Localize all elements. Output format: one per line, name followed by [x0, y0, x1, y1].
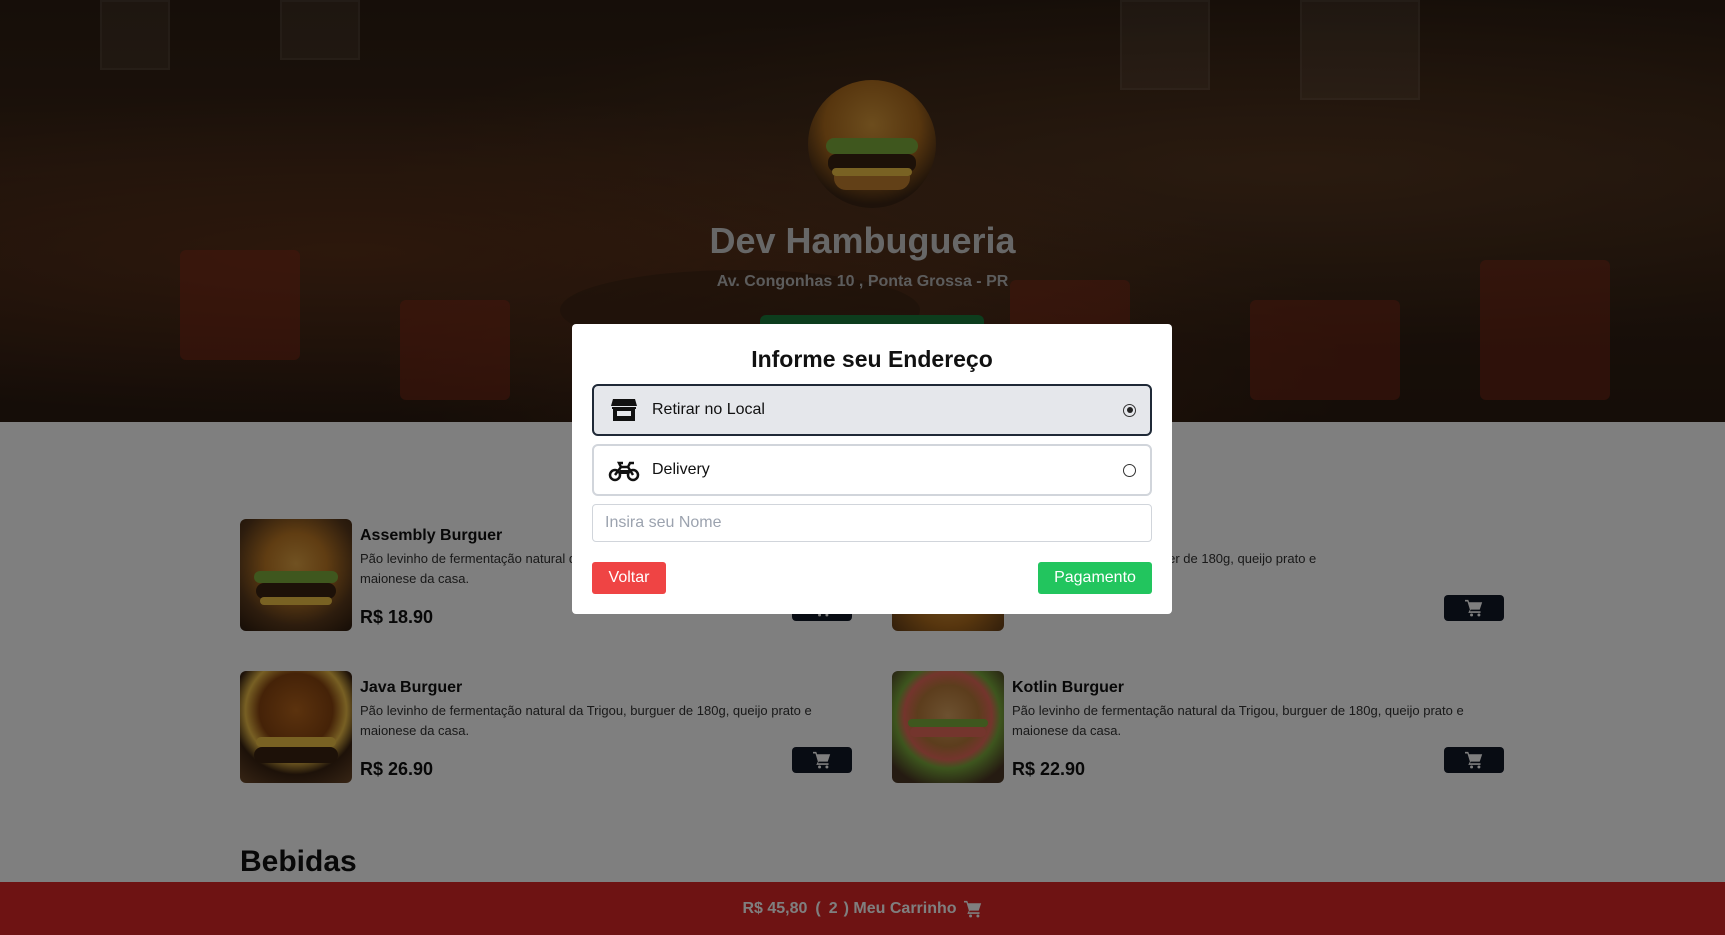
option-pickup[interactable]: Retirar no Local — [592, 384, 1152, 436]
store-icon — [608, 396, 640, 424]
motorcycle-icon — [608, 456, 640, 484]
back-button[interactable]: Voltar — [592, 562, 666, 594]
payment-button[interactable]: Pagamento — [1038, 562, 1152, 594]
modal-title: Informe seu Endereço — [751, 346, 993, 372]
name-input[interactable] — [592, 504, 1152, 542]
option-label: Delivery — [652, 461, 710, 478]
radio-button[interactable] — [1123, 463, 1136, 477]
option-delivery[interactable]: Delivery — [592, 444, 1152, 496]
radio-button[interactable] — [1123, 403, 1136, 417]
address-modal: Informe seu Endereço Retirar no Local De… — [572, 324, 1172, 614]
option-label: Retirar no Local — [652, 401, 765, 418]
